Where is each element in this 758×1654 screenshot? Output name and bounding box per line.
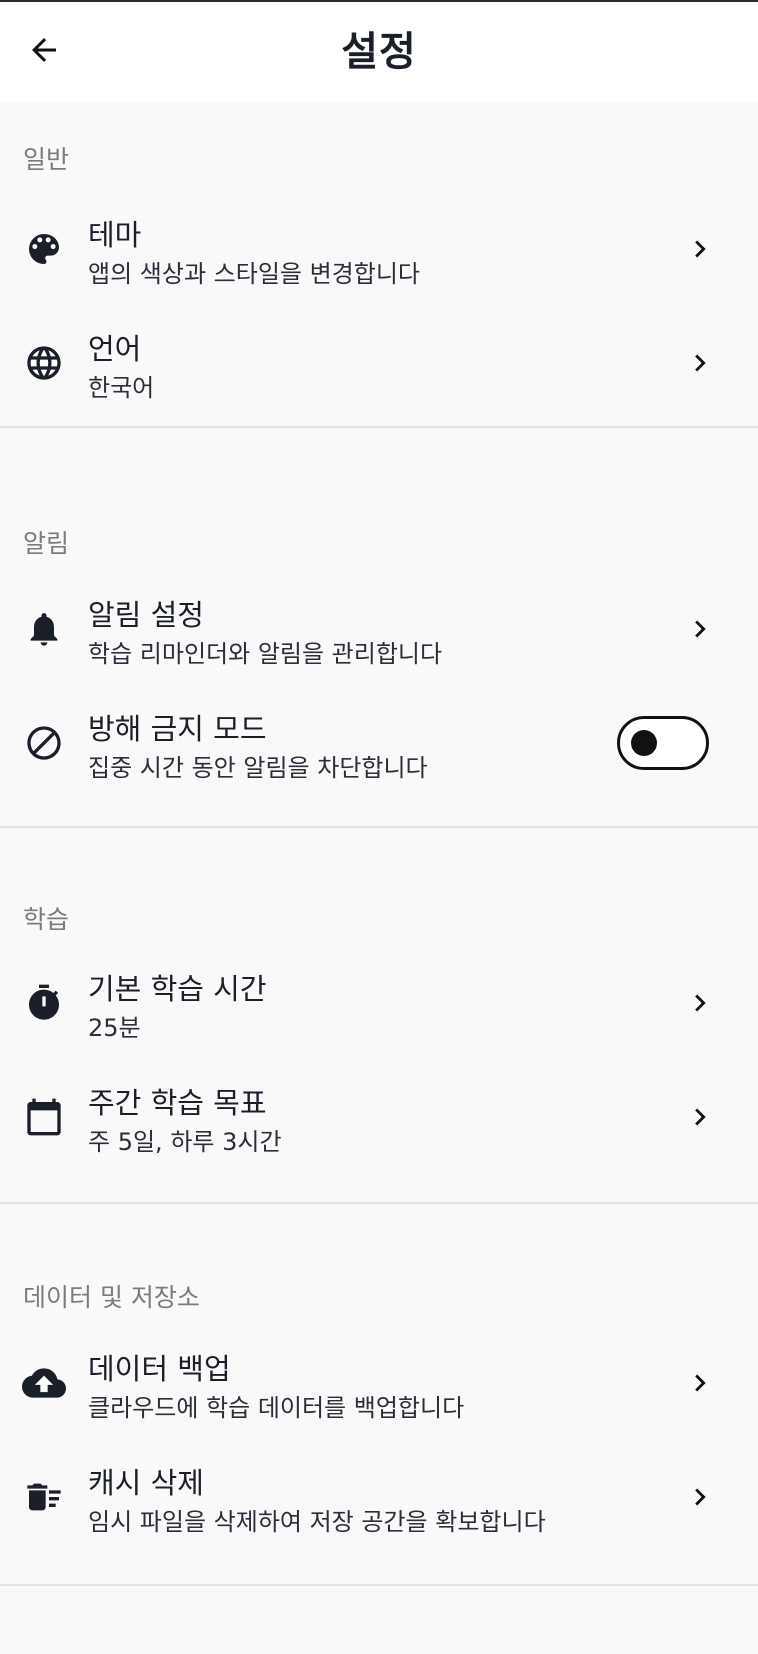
globe-icon — [22, 341, 66, 385]
settings-item-title: 기본 학습 시간 — [88, 972, 267, 1006]
settings-item-do-not-disturb: 방해 금지 모드 집중 시간 동안 알림을 차단합니다 — [0, 686, 758, 800]
settings-item-subtitle: 앱의 색상과 스타일을 변경합니다 — [88, 260, 421, 288]
do-not-disturb-toggle[interactable] — [617, 716, 709, 770]
settings-item-title: 주간 학습 목표 — [88, 1086, 267, 1120]
chevron-right-icon — [682, 1479, 718, 1515]
chevron-right-icon — [682, 345, 718, 381]
settings-item-title: 언어 — [88, 332, 142, 366]
section-data-storage: 데이터 및 저장소 데이터 백업 클라우드에 학습 데이터를 백업합니다 캐시 … — [0, 1204, 758, 1586]
section-title: 일반 — [23, 145, 70, 174]
chevron-right-icon — [682, 1365, 718, 1401]
section-title: 학습 — [23, 905, 70, 934]
toggle-knob — [631, 730, 657, 756]
app-header: 설정 — [0, 2, 758, 102]
chevron-right-icon — [682, 1099, 718, 1135]
delete-sweep-icon — [22, 1475, 66, 1519]
settings-item-data-backup[interactable]: 데이터 백업 클라우드에 학습 데이터를 백업합니다 — [0, 1326, 758, 1440]
settings-item-subtitle: 주 5일, 하루 3시간 — [88, 1128, 282, 1156]
section-study: 학습 기본 학습 시간 25분 주간 학습 목표 주 5일, 하루 3시간 — [0, 828, 758, 1204]
settings-item-title: 데이터 백업 — [88, 1352, 231, 1386]
settings-item-subtitle: 25분 — [88, 1014, 141, 1042]
settings-item-title: 알림 설정 — [88, 598, 204, 632]
settings-item-weekly-goal[interactable]: 주간 학습 목표 주 5일, 하루 3시간 — [0, 1060, 758, 1174]
chevron-right-icon — [682, 231, 718, 267]
settings-item-subtitle: 한국어 — [88, 374, 155, 402]
settings-item-title: 테마 — [88, 218, 142, 252]
palette-icon — [22, 227, 66, 271]
do-not-disturb-icon — [22, 721, 66, 765]
timer-icon — [22, 981, 66, 1025]
chevron-right-icon — [682, 611, 718, 647]
arrow-back-icon — [32, 38, 56, 62]
settings-item-subtitle: 클라우드에 학습 데이터를 백업합니다 — [88, 1394, 465, 1422]
settings-item-title: 캐시 삭제 — [88, 1466, 204, 1500]
settings-item-clear-cache[interactable]: 캐시 삭제 임시 파일을 삭제하여 저장 공간을 확보합니다 — [0, 1440, 758, 1554]
calendar-icon — [22, 1095, 66, 1139]
settings-item-default-study-time[interactable]: 기본 학습 시간 25분 — [0, 946, 758, 1060]
section-title: 데이터 및 저장소 — [23, 1283, 200, 1312]
settings-item-subtitle: 집중 시간 동안 알림을 차단합니다 — [88, 754, 428, 782]
page-title: 설정 — [341, 29, 417, 75]
settings-item-subtitle: 학습 리마인더와 알림을 관리합니다 — [88, 640, 443, 668]
section-general: 일반 테마 앱의 색상과 스타일을 변경합니다 언어 한국어 — [0, 102, 758, 428]
section-notifications: 알림 알림 설정 학습 리마인더와 알림을 관리합니다 방해 금지 모드 집중 … — [0, 428, 758, 828]
bell-icon — [22, 607, 66, 651]
settings-item-language[interactable]: 언어 한국어 — [0, 306, 758, 420]
settings-item-theme[interactable]: 테마 앱의 색상과 스타일을 변경합니다 — [0, 192, 758, 306]
cloud-upload-icon — [22, 1361, 66, 1405]
section-title: 알림 — [23, 529, 70, 558]
chevron-right-icon — [682, 985, 718, 1021]
settings-item-title: 방해 금지 모드 — [88, 712, 267, 746]
settings-item-notifications[interactable]: 알림 설정 학습 리마인더와 알림을 관리합니다 — [0, 572, 758, 686]
back-button[interactable] — [22, 28, 66, 72]
settings-item-subtitle: 임시 파일을 삭제하여 저장 공간을 확보합니다 — [88, 1508, 546, 1536]
